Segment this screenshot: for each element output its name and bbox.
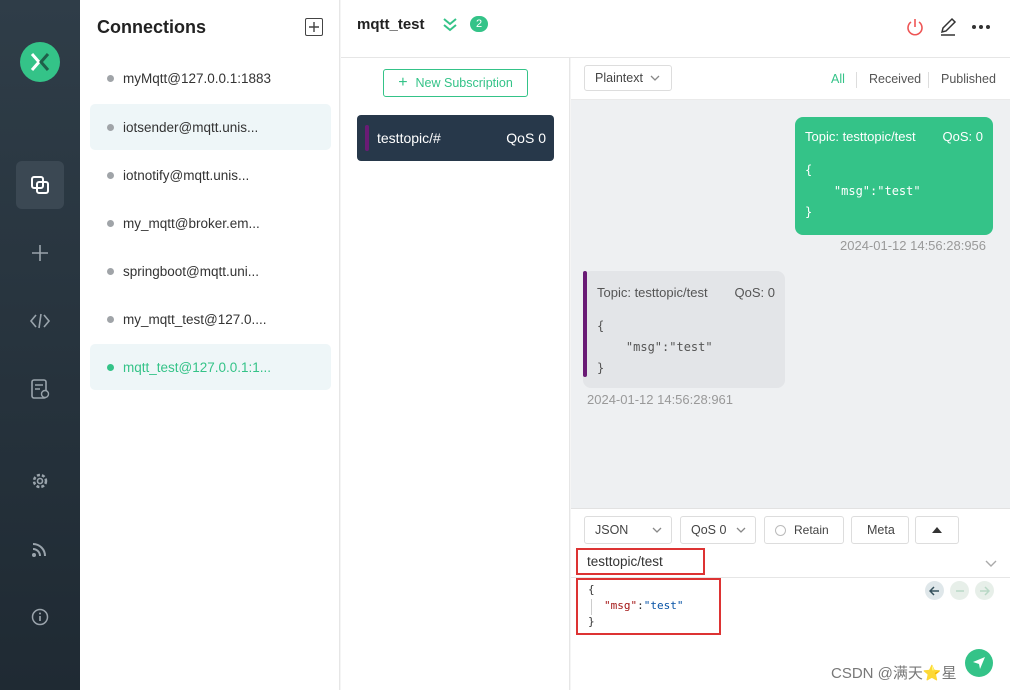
settings-gear-icon[interactable] [16, 457, 64, 505]
filter-divider [856, 72, 857, 88]
status-dot [107, 74, 114, 82]
connection-item[interactable]: myMqtt@127.0.0.1:1883 [90, 55, 331, 101]
payload-type-value: JSON [595, 523, 629, 537]
connections-nav-icon[interactable] [16, 161, 64, 209]
connection-label: mqtt_test@127.0.0.1:1... [123, 359, 272, 375]
filter-published-tab[interactable]: Published [941, 72, 996, 86]
expand-composer-button[interactable] [915, 516, 959, 544]
published-message-bubble[interactable]: Topic: testtopic/test QoS: 0 { "msg":"te… [795, 117, 993, 235]
message-timestamp: 2024-01-12 14:56:28:956 [840, 238, 987, 253]
new-connection-nav-icon[interactable] [16, 229, 64, 277]
code-line: { [588, 583, 595, 596]
connection-label: my_mqtt@broker.em... [123, 215, 260, 231]
message-topic: Topic: testtopic/test [597, 285, 708, 300]
payload-type-select[interactable]: JSON [584, 516, 672, 544]
connections-title: Connections [97, 17, 207, 37]
message-qos: QoS: 0 [734, 285, 775, 300]
status-dot [107, 219, 114, 227]
connection-header: mqtt_test 2 [341, 0, 1010, 58]
filter-received-tab[interactable]: Received [869, 72, 921, 86]
status-dot [107, 123, 114, 131]
connection-label: springboot@mqtt.uni... [123, 263, 260, 279]
double-chevron-down-icon[interactable] [442, 16, 458, 37]
message-topic: Topic: testtopic/test [805, 129, 916, 144]
connection-item[interactable]: my_mqtt_test@127.0.... [90, 296, 331, 342]
caret-up-icon [932, 527, 942, 533]
send-plane-icon [973, 657, 985, 669]
radio-circle-icon [775, 524, 786, 536]
add-connection-button[interactable] [305, 18, 323, 36]
message-payload: { "msg":"test" } [805, 163, 921, 219]
send-button[interactable] [965, 649, 993, 677]
mqttx-logo-icon [20, 42, 60, 82]
subscription-count-badge: 2 [470, 16, 488, 32]
status-dot [107, 267, 114, 275]
subscription-color-bar [365, 125, 369, 151]
filter-all-tab[interactable]: All [831, 72, 845, 86]
meta-label: Meta [867, 523, 895, 537]
log-nav-icon[interactable] [16, 365, 64, 413]
watermark: CSDN @满天⭐星 [831, 665, 957, 682]
connection-item-active[interactable]: mqtt_test@127.0.0.1:1... [90, 344, 331, 390]
retain-checkbox[interactable]: Retain [764, 516, 844, 544]
payload-editor[interactable]: { "msg":"test" } [576, 578, 721, 635]
status-dot [107, 363, 114, 371]
disconnect-power-icon[interactable] [904, 16, 926, 38]
message-filter-bar: Plaintext All Received Published [571, 58, 1010, 100]
code-line: "msg":"test" [604, 599, 684, 612]
connection-label: myMqtt@127.0.0.1:1883 [123, 70, 272, 86]
new-subscription-button[interactable]: + New Subscription [383, 69, 528, 97]
qos-select[interactable]: QoS 0 [680, 516, 756, 544]
chevron-down-icon [736, 527, 746, 533]
connection-title: mqtt_test [357, 16, 425, 33]
nav-rail [0, 0, 80, 690]
about-info-icon[interactable] [16, 593, 64, 641]
connection-item[interactable]: my_mqtt@broker.em... [90, 200, 331, 246]
history-forward-icon[interactable] [975, 581, 994, 600]
status-dot [107, 315, 114, 323]
history-back-icon[interactable] [925, 581, 944, 600]
plus-icon: + [398, 74, 408, 91]
connection-item[interactable]: iotsender@mqtt.unis... [90, 104, 331, 150]
filter-divider [928, 72, 929, 88]
indent-guide [591, 599, 592, 615]
meta-button[interactable]: Meta [851, 516, 909, 544]
new-subscription-label: New Subscription [415, 76, 513, 90]
more-menu-icon[interactable] [970, 16, 992, 38]
subscription-topic: testtopic/# [377, 130, 441, 146]
chevron-down-icon [650, 75, 660, 81]
publish-composer: JSON QoS 0 Retain Meta testtopic/test { … [571, 508, 1010, 690]
chevron-down-icon[interactable] [984, 557, 998, 569]
connection-label: my_mqtt_test@127.0.... [123, 311, 267, 327]
connection-item[interactable]: iotnotify@mqtt.unis... [90, 152, 331, 198]
payload-format-value: Plaintext [595, 71, 643, 85]
status-dot [107, 171, 114, 179]
message-timestamp: 2024-01-12 14:56:28:961 [587, 392, 734, 407]
connection-label: iotsender@mqtt.unis... [123, 119, 259, 135]
payload-format-select[interactable]: Plaintext [584, 65, 672, 91]
history-reset-icon[interactable] [950, 581, 969, 600]
subscriptions-panel: + New Subscription testtopic/# QoS 0 [341, 58, 570, 690]
topic-input[interactable]: testtopic/test [576, 548, 705, 575]
message-qos: QoS: 0 [942, 129, 983, 144]
retain-label: Retain [794, 523, 829, 537]
script-nav-icon[interactable] [16, 297, 64, 345]
code-line: } [588, 615, 595, 628]
topic-color-bar [583, 271, 587, 377]
message-list: Topic: testtopic/test QoS: 0 { "msg":"te… [571, 100, 1010, 508]
message-payload: { "msg":"test" } [597, 319, 713, 375]
subscription-item[interactable]: testtopic/# QoS 0 [357, 115, 554, 161]
feed-nav-icon[interactable] [16, 525, 64, 573]
edit-pencil-icon[interactable] [937, 16, 959, 38]
chevron-down-icon [652, 527, 662, 533]
connection-label: iotnotify@mqtt.unis... [123, 167, 250, 183]
subscription-qos: QoS 0 [506, 130, 546, 146]
qos-value: QoS 0 [691, 523, 727, 537]
connection-item[interactable]: springboot@mqtt.uni... [90, 248, 331, 294]
received-message-bubble[interactable]: Topic: testtopic/test QoS: 0 { "msg":"te… [583, 271, 785, 388]
connections-panel: Connections myMqtt@127.0.0.1:1883 iotsen… [80, 0, 340, 690]
